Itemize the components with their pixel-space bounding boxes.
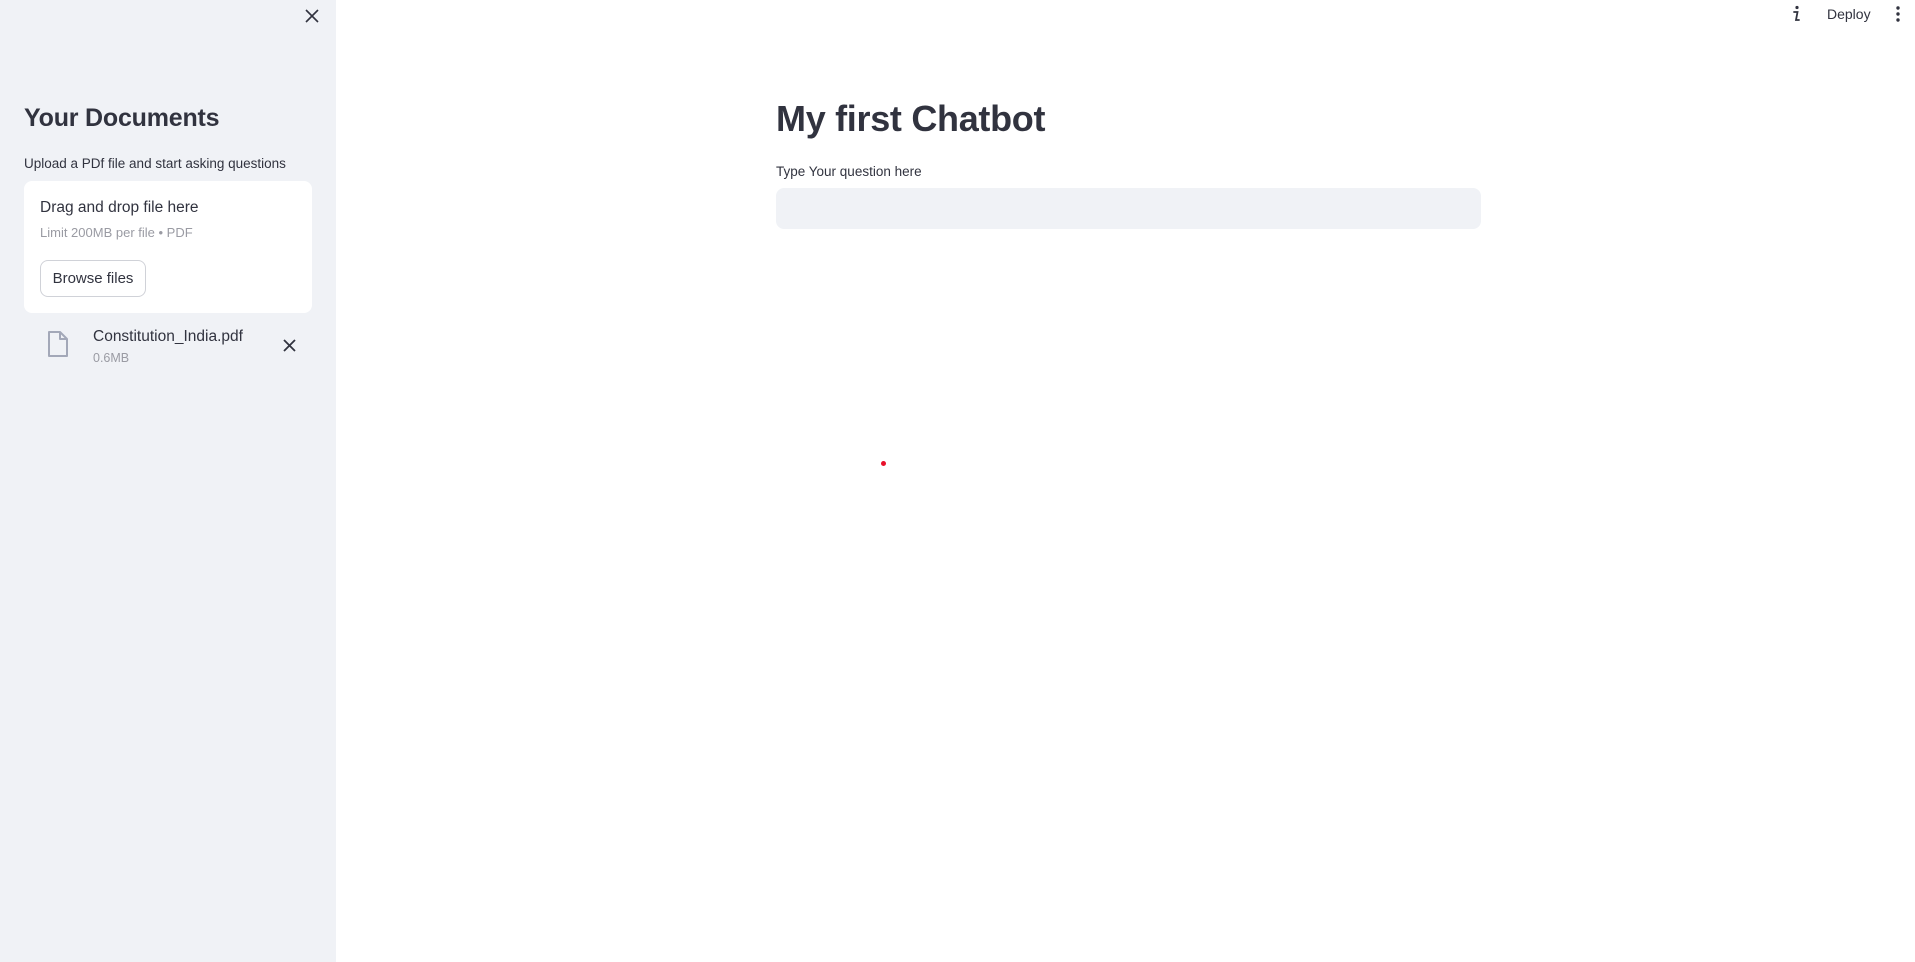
info-icon	[1793, 5, 1800, 21]
deploy-button[interactable]: Deploy	[1821, 2, 1877, 26]
close-icon	[305, 9, 319, 23]
uploaded-file-item: Constitution_India.pdf 0.6MB	[24, 320, 312, 372]
file-dropzone[interactable]: Drag and drop file here Limit 200MB per …	[24, 181, 312, 313]
sidebar-title: Your Documents	[24, 104, 220, 132]
file-icon	[48, 331, 68, 357]
close-icon	[282, 338, 296, 352]
main-menu-button[interactable]	[1888, 2, 1908, 26]
sidebar: Your Documents Upload a PDf file and sta…	[0, 0, 336, 962]
question-input[interactable]	[776, 188, 1481, 229]
uploader-label: Upload a PDf file and start asking quest…	[24, 156, 286, 171]
dropzone-instructions: Drag and drop file here	[40, 199, 199, 216]
uploaded-file-name: Constitution_India.pdf	[93, 328, 243, 345]
remove-file-button[interactable]	[277, 333, 301, 357]
browse-files-button[interactable]: Browse files	[40, 260, 146, 297]
dropzone-limit-text: Limit 200MB per file • PDF	[40, 225, 193, 240]
more-vertical-icon	[1896, 6, 1900, 22]
uploaded-file-size: 0.6MB	[93, 351, 130, 365]
mouse-cursor-dot	[881, 461, 886, 466]
info-button[interactable]	[1784, 2, 1808, 26]
sidebar-close-button[interactable]	[300, 4, 324, 28]
page-title: My first Chatbot	[776, 98, 1046, 139]
question-input-label: Type Your question here	[776, 164, 922, 179]
